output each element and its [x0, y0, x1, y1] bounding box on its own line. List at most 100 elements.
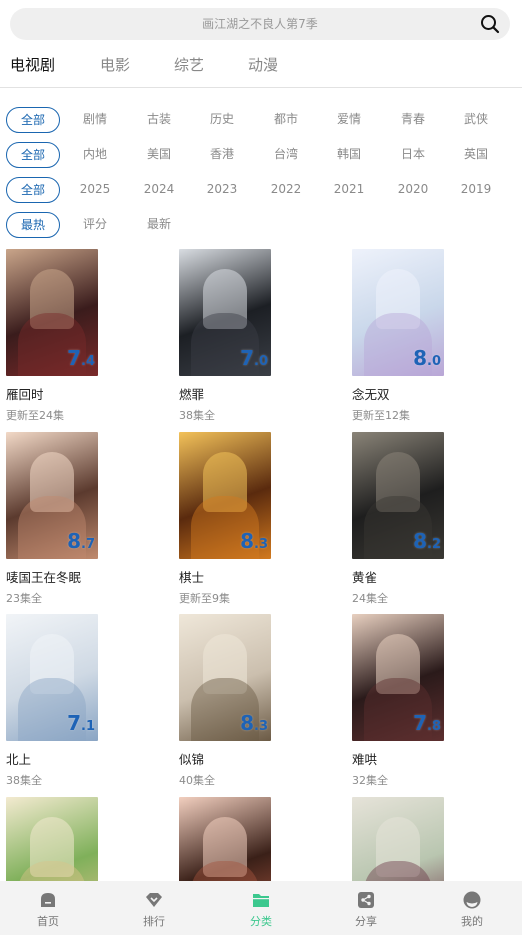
show-title: 难哄 — [352, 752, 378, 767]
rating-badge: 8.2 — [413, 529, 441, 553]
poster-image: 8.0 — [352, 249, 444, 376]
rating-badge: 8.3 — [240, 529, 268, 553]
tab-anime[interactable]: 动漫 — [248, 54, 278, 75]
filter-genre-option[interactable]: 剧情 — [83, 107, 107, 133]
tabs-divider — [0, 87, 522, 88]
search-bar[interactable] — [10, 8, 510, 40]
filter-region-option[interactable]: 台湾 — [274, 142, 298, 168]
search-icon[interactable] — [480, 14, 500, 34]
filter-row-year: 全部 2025 2024 2023 2022 2021 2020 2019 — [0, 177, 522, 203]
filter-region-option[interactable]: 美国 — [147, 142, 171, 168]
show-title: 棋士 — [179, 570, 205, 585]
sort-selected[interactable]: 最热 — [6, 212, 60, 238]
episode-status: 23集全 — [6, 592, 42, 605]
tab-tv-series[interactable]: 电视剧 — [10, 54, 55, 75]
show-card[interactable]: 7.0 燃罪 38集全 — [179, 249, 329, 423]
show-card[interactable]: 7.8 难哄 32集全 — [352, 614, 502, 788]
rating-badge: 7.1 — [67, 711, 95, 735]
show-title: 唛国王在冬眠 — [6, 570, 82, 585]
bottom-nav: 首页 排行 分类 分享 我的 — [0, 881, 522, 935]
sort-option[interactable]: 评分 — [83, 212, 107, 238]
filter-genre-selected[interactable]: 全部 — [6, 107, 60, 133]
show-title: 燃罪 — [179, 387, 205, 402]
rating-badge: 7.0 — [240, 346, 268, 370]
show-card[interactable]: 7.4 雁回时 更新至24集 — [6, 249, 156, 423]
profile-icon — [463, 891, 481, 909]
home-icon — [41, 893, 55, 907]
search-input[interactable] — [10, 8, 510, 40]
filter-region-option[interactable]: 香港 — [210, 142, 234, 168]
nav-share[interactable]: 分享 — [336, 881, 396, 935]
filter-year-option[interactable]: 2019 — [461, 177, 492, 203]
episode-status: 38集全 — [6, 774, 42, 787]
nav-ranking-label: 排行 — [143, 915, 165, 928]
filter-region-option[interactable]: 韩国 — [337, 142, 361, 168]
poster-image: 8.3 — [179, 432, 271, 559]
show-title: 雁回时 — [6, 387, 44, 402]
episode-status: 更新至12集 — [352, 409, 410, 422]
category-tabs: 电视剧 电影 综艺 动漫 — [0, 54, 522, 86]
poster-image: 7.4 — [6, 249, 98, 376]
rating-badge: 7.8 — [413, 711, 441, 735]
filter-row-genre: 全部 剧情 古装 历史 都市 爱情 青春 武侠 — [0, 107, 522, 133]
show-title: 似锦 — [179, 752, 205, 767]
filter-genre-option[interactable]: 武侠 — [464, 107, 488, 133]
poster-image: 8.3 — [179, 614, 271, 741]
nav-category-label: 分类 — [250, 915, 272, 928]
filter-region-option[interactable]: 日本 — [401, 142, 425, 168]
show-title: 北上 — [6, 752, 32, 767]
filter-year-option[interactable]: 2023 — [207, 177, 238, 203]
ranking-icon — [146, 893, 162, 907]
nav-share-label: 分享 — [355, 915, 377, 928]
episode-status: 24集全 — [352, 592, 388, 605]
rating-badge: 8.0 — [413, 346, 441, 370]
filter-year-option[interactable]: 2022 — [271, 177, 302, 203]
nav-ranking[interactable]: 排行 — [124, 881, 184, 935]
filter-genre-option[interactable]: 历史 — [210, 107, 234, 133]
show-card[interactable]: 7.1 北上 38集全 — [6, 614, 156, 788]
poster-image: 8.7 — [6, 432, 98, 559]
show-card[interactable]: 8.3 棋士 更新至9集 — [179, 432, 329, 606]
category-folder-icon — [253, 894, 269, 907]
poster-image: 7.8 — [352, 614, 444, 741]
filter-region-option[interactable]: 英国 — [464, 142, 488, 168]
rating-badge: 8.7 — [67, 529, 95, 553]
poster-image: 7.1 — [6, 614, 98, 741]
episode-status: 更新至24集 — [6, 409, 64, 422]
nav-category[interactable]: 分类 — [231, 881, 291, 935]
share-icon — [358, 892, 374, 908]
filter-genre-option[interactable]: 青春 — [401, 107, 425, 133]
tab-movies[interactable]: 电影 — [100, 54, 130, 75]
filter-genre-option[interactable]: 古装 — [147, 107, 171, 133]
show-card[interactable]: 8.7 唛国王在冬眠 23集全 — [6, 432, 156, 606]
show-card[interactable]: 8.2 黄雀 24集全 — [352, 432, 502, 606]
show-card[interactable]: 8.3 似锦 40集全 — [179, 614, 329, 788]
filter-year-option[interactable]: 2020 — [398, 177, 429, 203]
filter-year-option[interactable]: 2024 — [144, 177, 175, 203]
tab-variety[interactable]: 综艺 — [174, 54, 204, 75]
show-title: 念无双 — [352, 387, 390, 402]
episode-status: 32集全 — [352, 774, 388, 787]
nav-profile[interactable]: 我的 — [442, 881, 502, 935]
sort-option[interactable]: 最新 — [147, 212, 171, 238]
filter-row-sort: 最热 评分 最新 — [0, 212, 522, 238]
episode-status: 40集全 — [179, 774, 215, 787]
show-card[interactable]: 8.0 念无双 更新至12集 — [352, 249, 502, 423]
filter-year-option[interactable]: 2025 — [80, 177, 111, 203]
episode-status: 更新至9集 — [179, 592, 230, 605]
filter-region-selected[interactable]: 全部 — [6, 142, 60, 168]
rating-badge: 8.3 — [240, 711, 268, 735]
poster-image: 8.2 — [352, 432, 444, 559]
filter-year-selected[interactable]: 全部 — [6, 177, 60, 203]
filter-year-option[interactable]: 2021 — [334, 177, 365, 203]
show-title: 黄雀 — [352, 570, 378, 585]
nav-home-label: 首页 — [37, 915, 59, 928]
filter-region-option[interactable]: 内地 — [83, 142, 107, 168]
nav-profile-label: 我的 — [461, 915, 483, 928]
poster-image: 7.0 — [179, 249, 271, 376]
filter-row-region: 全部 内地 美国 香港 台湾 韩国 日本 英国 — [0, 142, 522, 168]
filter-genre-option[interactable]: 爱情 — [337, 107, 361, 133]
nav-home[interactable]: 首页 — [18, 881, 78, 935]
filter-genre-option[interactable]: 都市 — [274, 107, 298, 133]
rating-badge: 7.4 — [67, 346, 95, 370]
